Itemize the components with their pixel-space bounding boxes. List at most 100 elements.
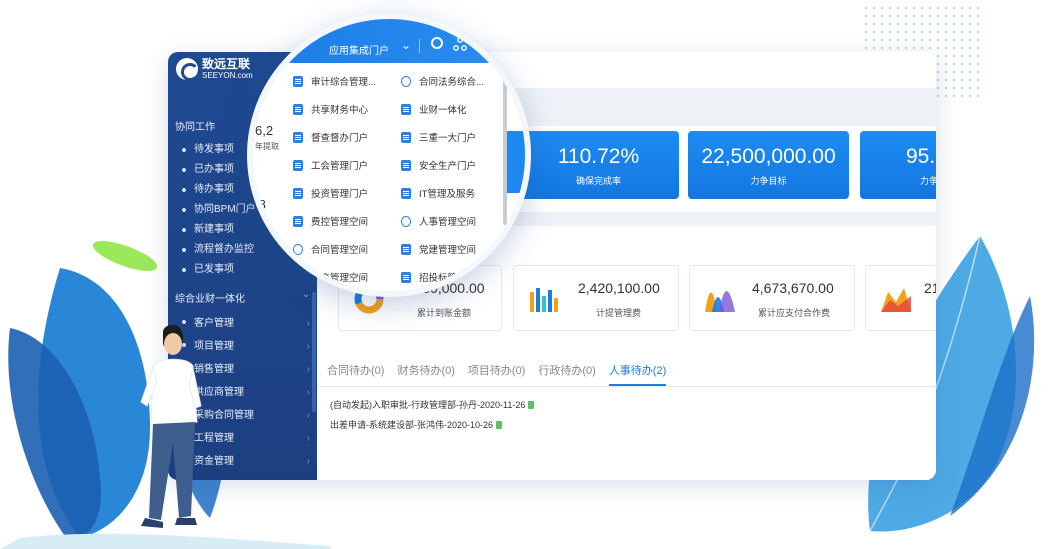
stat-card-cooperation[interactable]: 4,673,670.00 累计应支付合作费 [689, 265, 855, 331]
stat-value: 4,673,670.00 [752, 280, 834, 296]
menu-item-bidding[interactable]: 招投标管... [401, 270, 465, 284]
menu-item-label: 安全生产门户 [419, 161, 477, 172]
stat-label: 力争目标 [750, 176, 787, 186]
tab-hr[interactable]: 人事待办(2) [608, 362, 667, 386]
person-illustration [140, 324, 202, 528]
stat-card-completion[interactable]: 110.72% 确保完成率 [518, 131, 679, 199]
menu-item-party[interactable]: 党建管理空间 [401, 242, 476, 256]
chevron-right-icon: › [306, 433, 310, 444]
sidebar-item[interactable]: 已发事项 [182, 260, 310, 280]
menu-item-major-decision[interactable]: 三重一大门户 [401, 130, 476, 144]
space-icon [401, 243, 411, 255]
preview-stat-card [507, 131, 525, 193]
stat-label: 计提管理费 [596, 308, 642, 318]
tab-admin[interactable]: 行政待办(0) [538, 362, 595, 386]
portal-icon [401, 103, 411, 115]
menu-item-label: 共享财务中心 [311, 105, 369, 116]
stat-value: 22,500,000.00 [701, 145, 836, 168]
logo-text-en: SEEYON.com [202, 71, 253, 80]
menu-item-label: 投资管理门户 [311, 189, 369, 200]
network-icon[interactable] [453, 37, 467, 51]
location-icon[interactable] [431, 37, 443, 49]
menu-item-it[interactable]: IT管理及服务 [401, 186, 475, 200]
menu-item-label: 督查督办门户 [311, 133, 369, 144]
stat-card-partial-2[interactable]: 21 [865, 265, 936, 331]
area-chart-icon [705, 291, 735, 312]
portal-dropdown-label[interactable]: 应用集成门户 [329, 42, 389, 57]
sidebar-group-collab[interactable]: 协同工作 [175, 118, 215, 133]
preview-value: 6,2 [255, 123, 274, 138]
chevron-down-icon[interactable]: ⌄ [401, 38, 411, 52]
menu-item-label: IT管理及服务 [419, 189, 475, 200]
menu-item-label: 费控管理空间 [311, 217, 369, 228]
menu-item-asset[interactable]: 资产管理空间 [293, 270, 368, 284]
stat-label: 累计到账金额 [417, 308, 472, 318]
menu-item-label: 合同管理空间 [311, 245, 369, 256]
portal-icon [293, 131, 303, 143]
menu-item-audit[interactable]: 审计综合管理... [293, 74, 376, 88]
menu-item-safety[interactable]: 安全生产门户 [401, 158, 476, 172]
list-item-text: 出差申请-系统建设部-张鸿伟-2020-10-26 [330, 420, 494, 430]
stat-value: 110.72% [557, 145, 640, 168]
stat-value: 95. [906, 145, 936, 168]
chevron-right-icon: › [306, 318, 310, 329]
menu-item-legal[interactable]: 合同法务综合... [401, 74, 484, 88]
menu-item-supervision[interactable]: 督查督办门户 [293, 130, 368, 144]
sidebar-scrollbar[interactable] [312, 292, 316, 412]
portal-icon [293, 187, 303, 199]
menu-item-hr[interactable]: 人事管理空间 [401, 214, 476, 228]
list-item-text: (自动发起)入职审批-行政管理部-孙丹-2020-11-26 [330, 400, 526, 410]
sidebar-group-finance[interactable]: 综合业财一体化 ⌄ [175, 289, 310, 305]
tab-finance[interactable]: 财务待办(0) [397, 362, 454, 386]
menu-item-investment[interactable]: 投资管理门户 [293, 186, 368, 200]
logo-text-cn: 致远互联 [202, 57, 251, 71]
menu-item-contract-space[interactable]: 合同管理空间 [293, 242, 368, 256]
menu-item-label: 工会管理门户 [311, 161, 369, 172]
menu-item-label: 业财一体化 [419, 105, 467, 116]
stat-card-partial[interactable]: 95. 力争 [860, 131, 936, 199]
chevron-right-icon: › [306, 364, 310, 375]
chevron-down-icon: ⌄ [302, 289, 311, 300]
stat-label: 确保完成率 [575, 176, 621, 186]
preview-label: 年提取 [255, 142, 279, 151]
chevron-right-icon: › [306, 410, 310, 421]
preview-label: 审 [255, 216, 263, 225]
space-icon [293, 215, 303, 227]
logo-icon [176, 58, 199, 81]
stat-value: 21 [924, 280, 936, 296]
menu-item-label: 党建管理空间 [419, 245, 477, 256]
list-item[interactable]: 出差申请-系统建设部-张鸿伟-2020-10-26 [330, 418, 503, 431]
menu-item-label: 三重一大门户 [419, 133, 477, 144]
sidebar-group-finance-label: 综合业财一体化 [175, 294, 245, 305]
menu-item-label: 审计综合管理... [311, 77, 376, 88]
portal-icon [401, 75, 411, 87]
portal-icon [293, 75, 303, 87]
menu-item-union[interactable]: 工会管理门户 [293, 158, 368, 172]
stat-card-fee[interactable]: 2,420,100.00 计提管理费 [513, 265, 679, 331]
logo[interactable]: 致远互联 SEEYON.com [176, 57, 253, 81]
bar-chart-icon [530, 288, 558, 312]
portal-icon [401, 159, 411, 171]
preview-value: .8 [255, 197, 266, 212]
stat-card-target[interactable]: 22,500,000.00 力争目标 [688, 131, 849, 199]
menu-item-integration[interactable]: 业财一体化 [401, 102, 467, 116]
menu-item-finance-center[interactable]: 共享财务中心 [293, 102, 368, 116]
tab-project[interactable]: 项目待办(0) [468, 362, 525, 386]
chevron-right-icon: › [306, 341, 310, 352]
stat-value: 2,420,100.00 [578, 280, 660, 296]
chevron-right-icon: › [306, 387, 310, 398]
people-icon [401, 215, 411, 227]
document-icon [528, 401, 535, 409]
menu-item-label: 招投标管... [419, 273, 465, 284]
chevron-right-icon: › [306, 456, 310, 467]
stat-label: 力争 [920, 176, 936, 186]
menu-item-label: 合同法务综合... [419, 77, 484, 88]
mountain-chart-icon [881, 288, 911, 312]
space-icon [293, 243, 303, 255]
portal-icon [401, 187, 411, 199]
menu-item-expense[interactable]: 费控管理空间 [293, 214, 368, 228]
list-item[interactable]: (自动发起)入职审批-行政管理部-孙丹-2020-11-26 [330, 398, 535, 411]
tab-contract[interactable]: 合同待办(0) [327, 362, 384, 386]
menu-item-label: 人事管理空间 [419, 217, 477, 228]
pulse-icon [401, 131, 411, 143]
